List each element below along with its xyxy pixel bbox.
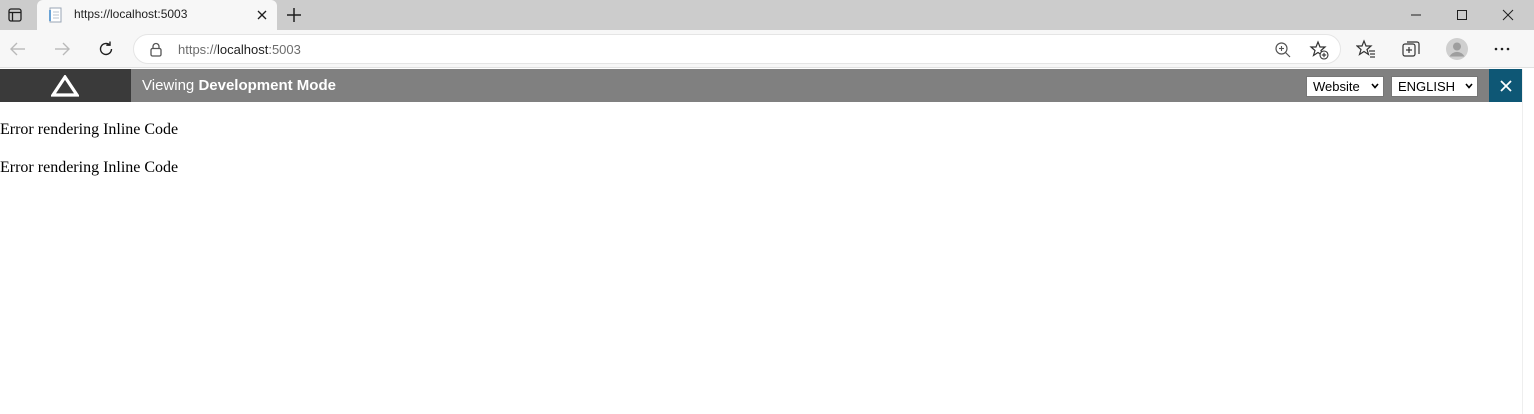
url-host: localhost	[217, 42, 269, 57]
new-tab-icon[interactable]	[284, 5, 304, 25]
minimize-icon	[1411, 14, 1421, 16]
favorites-icon	[1356, 39, 1375, 58]
url-text[interactable]: https://localhost:5003	[178, 42, 301, 57]
forward-icon	[55, 42, 70, 56]
profile-button[interactable]	[1445, 37, 1469, 61]
maximize-icon	[1457, 10, 1467, 20]
more-button[interactable]	[1491, 38, 1513, 60]
tab-actions-button[interactable]	[0, 0, 30, 30]
refresh-icon	[99, 41, 113, 56]
back-button[interactable]	[4, 35, 32, 63]
page-content: Error rendering Inline Code Error render…	[0, 118, 178, 194]
url-port: :5003	[268, 42, 301, 57]
website-select-value: Website	[1313, 79, 1360, 94]
chevron-down-icon	[1371, 83, 1379, 89]
dev-mode-title: Viewing Development Mode	[142, 77, 336, 94]
back-icon	[10, 42, 25, 56]
page-scrollbar[interactable]	[1522, 69, 1534, 414]
favorites-button[interactable]	[1355, 38, 1377, 60]
refresh-button[interactable]	[92, 35, 120, 63]
page-icon	[49, 7, 62, 23]
lock-icon[interactable]	[149, 42, 163, 57]
profile-icon	[1446, 38, 1468, 60]
browser-toolbar: https://localhost:5003	[0, 30, 1534, 68]
window-close-button[interactable]	[1485, 0, 1531, 30]
website-select[interactable]: Website	[1306, 76, 1384, 97]
close-icon	[1499, 79, 1512, 92]
dev-logo[interactable]	[0, 69, 131, 102]
address-bar[interactable]: https://localhost:5003	[133, 34, 1341, 64]
error-message: Error rendering Inline Code	[0, 159, 179, 176]
triangle-logo-icon	[51, 75, 79, 97]
url-protocol: https://	[178, 42, 218, 57]
close-icon[interactable]	[255, 8, 269, 22]
tab-strip: https://localhost:5003	[0, 0, 1534, 30]
window-close-icon	[1502, 9, 1514, 21]
tab-actions-icon	[8, 8, 22, 22]
dev-title-mode: Development Mode	[198, 77, 336, 94]
collections-icon	[1402, 41, 1420, 57]
zoom-icon[interactable]	[1273, 40, 1293, 60]
maximize-button[interactable]	[1439, 0, 1485, 30]
collections-button[interactable]	[1400, 38, 1422, 60]
browser-tab[interactable]: https://localhost:5003	[37, 0, 277, 30]
language-select-value: ENGLISH	[1398, 79, 1456, 94]
minimize-button[interactable]	[1393, 0, 1439, 30]
dev-bar-close-button[interactable]	[1489, 69, 1522, 102]
more-icon	[1494, 47, 1510, 51]
tab-title: https://localhost:5003	[74, 7, 188, 21]
dev-title-prefix: Viewing	[142, 77, 199, 94]
dev-mode-bar: Viewing Development Mode Website ENGLISH	[0, 69, 1522, 102]
chevron-down-icon	[1465, 83, 1473, 89]
language-select[interactable]: ENGLISH	[1391, 76, 1478, 97]
error-message: Error rendering Inline Code	[0, 121, 179, 138]
forward-button[interactable]	[48, 35, 76, 63]
add-favorite-icon[interactable]	[1309, 40, 1329, 60]
